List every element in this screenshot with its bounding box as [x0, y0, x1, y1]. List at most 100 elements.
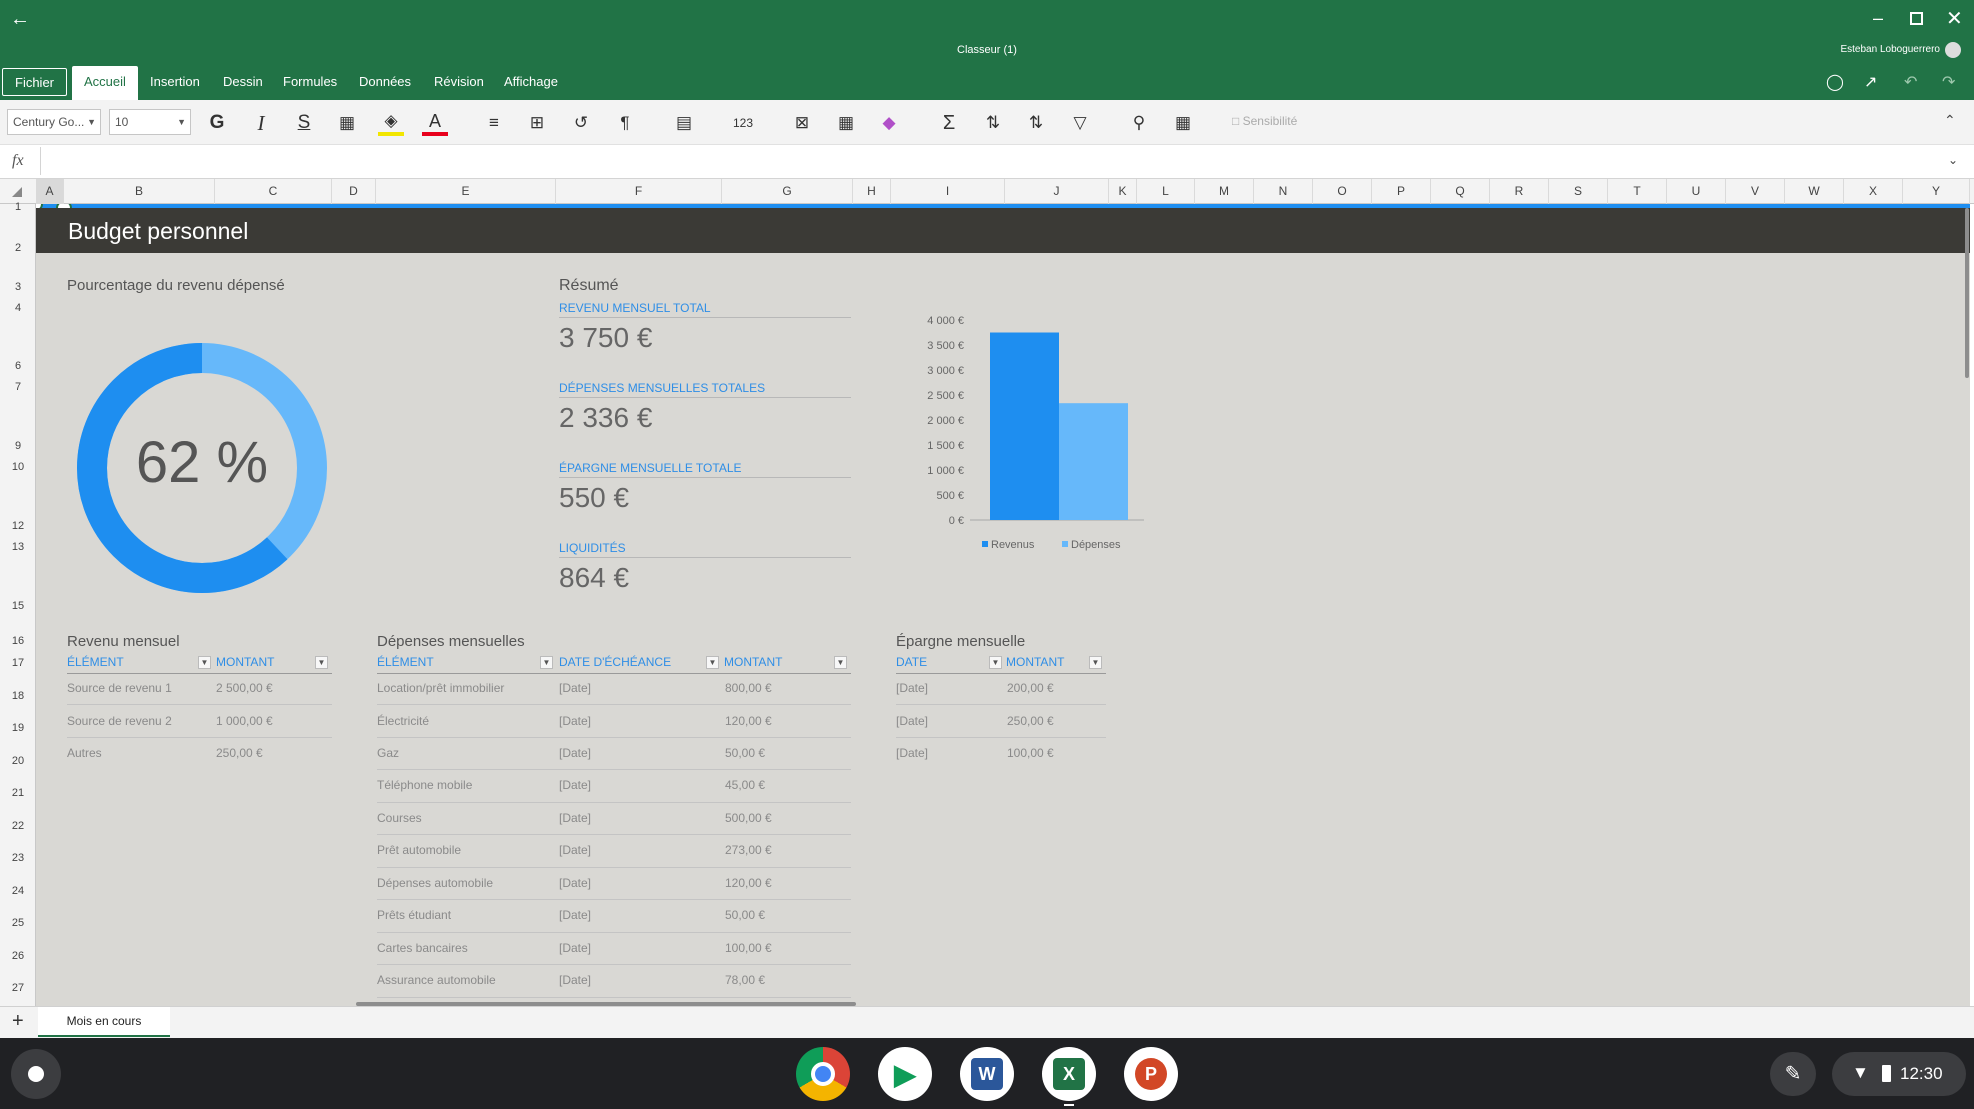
column-header[interactable]: W [1785, 179, 1844, 204]
filter-dropdown-icon[interactable]: ▼ [834, 656, 847, 669]
expense-amount[interactable]: 800,00 € [725, 681, 772, 695]
close-icon[interactable]: ✕ [1946, 6, 1963, 31]
income-item[interactable]: Autres [67, 746, 102, 760]
eraser-icon[interactable]: ◆ [876, 110, 902, 136]
expense-amount[interactable]: 120,00 € [725, 714, 772, 728]
column-header[interactable]: D [332, 179, 376, 204]
savings-date[interactable]: [Date] [896, 714, 928, 728]
savings-header-amount[interactable]: MONTANT [1006, 655, 1064, 669]
font-color-icon[interactable]: A [422, 110, 448, 136]
summary-value[interactable]: 550 € [559, 482, 629, 514]
column-header[interactable]: B [64, 179, 215, 204]
number-format-icon[interactable]: 123 [730, 110, 756, 136]
summary-label[interactable]: DÉPENSES MENSUELLES TOTALES [559, 381, 851, 398]
income-amount[interactable]: 1 000,00 € [216, 714, 273, 728]
sensitivity-button[interactable]: □ Sensibilité [1232, 114, 1297, 128]
income-item[interactable]: Source de revenu 2 [67, 714, 172, 728]
row-header[interactable]: 9 [0, 440, 36, 452]
column-header[interactable]: V [1726, 179, 1785, 204]
expense-item[interactable]: Électricité [377, 714, 429, 728]
column-header[interactable]: C [215, 179, 332, 204]
row-header[interactable]: 26 [0, 950, 36, 962]
wrap-text-icon[interactable]: ↺ [568, 110, 594, 136]
expense-amount[interactable]: 50,00 € [725, 746, 765, 760]
row-header[interactable]: 20 [0, 755, 36, 767]
percent-value[interactable]: 62 % [76, 429, 328, 496]
row-header[interactable]: 7 [0, 381, 36, 393]
tab-affichage[interactable]: Affichage [492, 68, 570, 96]
expense-item[interactable]: Courses [377, 811, 422, 825]
delete-cells-icon[interactable]: ⊠ [789, 110, 815, 136]
savings-header-date[interactable]: DATE [896, 655, 927, 669]
column-header[interactable]: K [1109, 179, 1137, 204]
expense-item[interactable]: Assurance automobile [377, 973, 496, 987]
expense-item[interactable]: Location/prêt immobilier [377, 681, 504, 695]
income-amount[interactable]: 250,00 € [216, 746, 263, 760]
row-header[interactable]: 24 [0, 885, 36, 897]
chrome-icon[interactable] [796, 1047, 850, 1101]
row-header[interactable]: 19 [0, 722, 36, 734]
column-header[interactable]: J [1005, 179, 1109, 204]
filter-dropdown-icon[interactable]: ▼ [198, 656, 211, 669]
summary-value[interactable]: 864 € [559, 562, 629, 594]
powerpoint-icon[interactable]: P [1124, 1047, 1178, 1101]
row-header[interactable]: 22 [0, 820, 36, 832]
column-header[interactable]: X [1844, 179, 1903, 204]
summary-label[interactable]: ÉPARGNE MENSUELLE TOTALE [559, 461, 851, 478]
expense-date[interactable]: [Date] [559, 876, 591, 890]
income-header-amount[interactable]: MONTANT [216, 655, 274, 669]
back-arrow-icon[interactable]: ← [10, 8, 30, 31]
filter-dropdown-icon[interactable]: ▼ [989, 656, 1002, 669]
savings-date[interactable]: [Date] [896, 681, 928, 695]
expense-amount[interactable]: 273,00 € [725, 843, 772, 857]
column-header[interactable]: I [891, 179, 1005, 204]
expense-date[interactable]: [Date] [559, 714, 591, 728]
savings-date[interactable]: [Date] [896, 746, 928, 760]
expense-date[interactable]: [Date] [559, 908, 591, 922]
play-store-icon[interactable]: ▶ [878, 1047, 932, 1101]
summary-heading[interactable]: Résumé [559, 277, 619, 295]
sheet-title[interactable]: Budget personnel [68, 218, 248, 245]
expense-amount[interactable]: 50,00 € [725, 908, 765, 922]
tab-fichier[interactable]: Fichier [2, 68, 68, 96]
share-icon[interactable]: ↗ [1864, 72, 1877, 92]
italic-button[interactable]: I [248, 110, 274, 136]
expand-formula-icon[interactable]: ⌄ [1948, 153, 1958, 167]
redo-icon[interactable]: ↷ [1942, 72, 1955, 92]
expenses-header-item[interactable]: ÉLÉMENT [377, 655, 434, 669]
row-header[interactable]: 21 [0, 787, 36, 799]
lightbulb-icon[interactable]: ◯ [1826, 72, 1844, 92]
minimize-icon[interactable]: – [1873, 8, 1883, 29]
income-expense-chart[interactable]: 0 € 500 € 1 000 € 1 500 € 2 000 € 2 500 € 3 00… [886, 304, 1156, 564]
column-header[interactable]: E [376, 179, 556, 204]
row-header[interactable]: 23 [0, 852, 36, 864]
merge-icon[interactable]: ⊞ [524, 110, 550, 136]
row-header[interactable]: 18 [0, 690, 36, 702]
borders-icon[interactable]: ▦ [334, 110, 360, 136]
expense-date[interactable]: [Date] [559, 681, 591, 695]
autosum-icon[interactable]: Σ [936, 110, 962, 136]
worksheet-grid[interactable]: Budget personnel Pourcentage du revenu d… [36, 204, 1970, 1006]
status-tray[interactable]: ▼ 12:30 [1832, 1052, 1966, 1096]
column-header[interactable]: G [722, 179, 853, 204]
expense-amount[interactable]: 78,00 € [725, 973, 765, 987]
format-cells-icon[interactable]: ▦ [833, 110, 859, 136]
collapse-ribbon-icon[interactable]: ⌃ [1944, 112, 1956, 129]
column-header[interactable]: F [556, 179, 722, 204]
column-header[interactable]: M [1195, 179, 1254, 204]
summary-label[interactable]: LIQUIDITÉS [559, 541, 851, 558]
expenses-heading[interactable]: Dépenses mensuelles [377, 633, 525, 650]
filter-dropdown-icon[interactable]: ▼ [315, 656, 328, 669]
column-header[interactable]: H [853, 179, 891, 204]
expense-amount[interactable]: 500,00 € [725, 811, 772, 825]
tab-revision[interactable]: Révision [422, 68, 496, 96]
expense-date[interactable]: [Date] [559, 973, 591, 987]
bold-button[interactable]: G [204, 110, 230, 136]
savings-heading[interactable]: Épargne mensuelle [896, 633, 1025, 650]
income-amount[interactable]: 2 500,00 € [216, 681, 273, 695]
row-header[interactable]: 17 [0, 657, 36, 669]
percent-heading[interactable]: Pourcentage du revenu dépensé [67, 277, 285, 294]
column-header[interactable]: N [1254, 179, 1313, 204]
summary-label[interactable]: REVENU MENSUEL TOTAL [559, 301, 851, 318]
expense-date[interactable]: [Date] [559, 941, 591, 955]
